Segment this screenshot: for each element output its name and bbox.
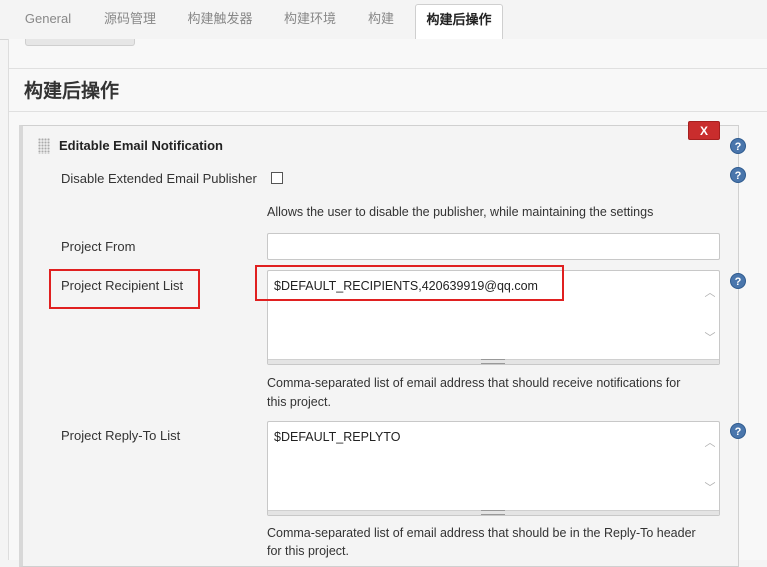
tab-general[interactable]: General [14,5,82,33]
scroll-down-icon[interactable]: ﹀ [703,483,717,494]
tab-build[interactable]: 构建 [358,5,404,33]
previous-section-button[interactable] [25,39,135,46]
recipient-list-description-line1: Comma-separated list of email address th… [267,376,681,390]
plugin-title: Editable Email Notification [59,138,223,153]
help-icon[interactable]: ? [730,423,746,439]
reply-to-value: $DEFAULT_REPLYTO [274,430,401,444]
delete-button[interactable]: X [688,121,720,140]
tab-build-environment[interactable]: 构建环境 [274,5,346,33]
highlight-box [255,265,564,301]
help-icon[interactable]: ? [730,167,746,183]
scroll-up-icon[interactable]: ︿ [703,288,717,299]
tab-build-triggers[interactable]: 构建触发器 [178,5,262,33]
resize-grip-icon [481,359,505,364]
help-icon[interactable]: ? [730,273,746,289]
project-from-input[interactable] [267,233,720,260]
reply-to-description-line2: for this project. [267,544,349,558]
disable-publisher-label: Disable Extended Email Publisher [61,171,257,186]
divider [9,111,767,112]
tab-source-control[interactable]: 源码管理 [94,5,166,33]
section-title: 构建后操作 [24,81,120,102]
highlight-box [49,269,200,309]
reply-to-label: Project Reply-To List [61,428,181,443]
tab-post-build-actions[interactable]: 构建后操作 [415,4,503,40]
recipient-list-description-line2: this project. [267,395,331,409]
scroll-up-icon[interactable]: ︿ [703,438,717,449]
disable-publisher-description: Allows the user to disable the publisher… [267,205,654,219]
disable-publisher-checkbox[interactable] [271,172,283,184]
divider [9,68,767,69]
resize-grip-icon [481,510,505,515]
scroll-down-icon[interactable]: ﹀ [703,333,717,344]
tab-bar: General 源码管理 构建触发器 构建环境 构建 构建后操作 [0,0,767,40]
help-icon[interactable]: ? [730,138,746,154]
reply-to-description-line1: Comma-separated list of email address th… [267,526,696,540]
project-from-label: Project From [61,239,136,254]
drag-handle-icon[interactable] [38,138,50,154]
